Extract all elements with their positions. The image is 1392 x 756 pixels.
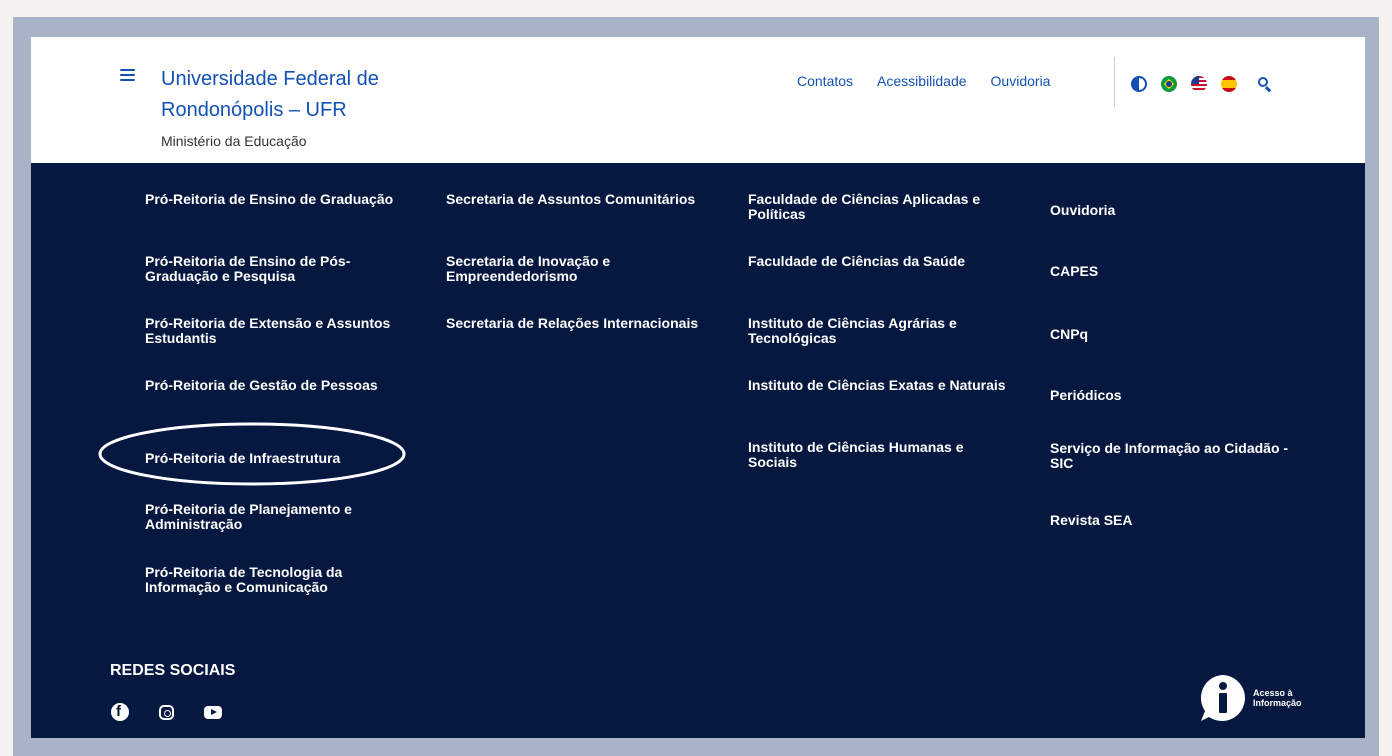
search-icon[interactable]: [1257, 76, 1273, 93]
hamburger-menu-icon[interactable]: [120, 69, 135, 83]
menu-link[interactable]: Pró-Reitoria de Extensão e Assuntos Estu…: [145, 316, 405, 346]
top-links: Contatos Acessibilidade Ouvidoria: [797, 73, 1074, 89]
menu-link[interactable]: Revista SEA: [1050, 513, 1132, 528]
facebook-icon[interactable]: [111, 703, 129, 721]
menu-link[interactable]: Instituto de Ciências Exatas e Naturais: [748, 378, 1006, 393]
menu-link[interactable]: Secretaria de Inovação e Empreendedorism…: [446, 254, 706, 284]
ministry-label: Ministério da Educação: [161, 133, 307, 149]
page-viewport: Universidade Federal de Rondonópolis – U…: [31, 37, 1365, 738]
flag-spain-icon[interactable]: [1221, 76, 1237, 92]
link-contatos[interactable]: Contatos: [797, 73, 853, 89]
menu-link[interactable]: Instituto de Ciências Humanas e Sociais: [748, 440, 1008, 470]
site-title[interactable]: Universidade Federal de Rondonópolis – U…: [161, 64, 491, 126]
menu-link[interactable]: Pró-Reitoria de Gestão de Pessoas: [145, 378, 378, 393]
flag-usa-icon[interactable]: [1191, 76, 1207, 92]
flag-brazil-icon[interactable]: [1161, 76, 1177, 92]
menu-link[interactable]: Pró-Reitoria de Planejamento e Administr…: [145, 502, 405, 532]
info-icon: [1200, 675, 1245, 721]
link-ouvidoria[interactable]: Ouvidoria: [991, 73, 1051, 89]
highlight-ellipse-annotation: [98, 422, 406, 486]
menu-link[interactable]: Faculdade de Ciências Aplicadas e Políti…: [748, 192, 1008, 222]
link-acessibilidade[interactable]: Acessibilidade: [877, 73, 967, 89]
social-title: REDES SOCIAIS: [110, 662, 236, 679]
contrast-icon[interactable]: [1131, 76, 1147, 92]
menu-link[interactable]: Secretaria de Assuntos Comunitários: [446, 192, 695, 207]
acesso-informacao-button[interactable]: Acesso à Informação: [1197, 673, 1313, 723]
menu-link[interactable]: Serviço de Informação ao Cidadão - SIC: [1050, 441, 1310, 471]
menu-link[interactable]: Pró-Reitoria de Ensino de Pós-Graduação …: [145, 254, 405, 284]
acesso-label: Acesso à Informação: [1253, 688, 1302, 708]
site-header: Universidade Federal de Rondonópolis – U…: [31, 37, 1365, 163]
menu-link[interactable]: Periódicos: [1050, 388, 1122, 403]
menu-link[interactable]: CNPq: [1050, 327, 1088, 342]
menu-link[interactable]: Faculdade de Ciências da Saúde: [748, 254, 965, 269]
social-icons: [111, 703, 252, 721]
youtube-icon[interactable]: [204, 705, 222, 719]
menu-link[interactable]: Instituto de Ciências Agrárias e Tecnoló…: [748, 316, 1008, 346]
menu-link[interactable]: Ouvidoria: [1050, 203, 1115, 218]
menu-link[interactable]: Pró-Reitoria de Ensino de Graduação: [145, 192, 393, 207]
instagram-icon[interactable]: [159, 704, 174, 720]
menu-link[interactable]: CAPES: [1050, 264, 1098, 279]
header-tools: [1131, 76, 1273, 93]
header-divider: [1114, 57, 1115, 107]
menu-link[interactable]: Secretaria de Relações Internacionais: [446, 316, 698, 331]
menu-link[interactable]: Pró-Reitoria de Tecnologia da Informação…: [145, 565, 405, 595]
